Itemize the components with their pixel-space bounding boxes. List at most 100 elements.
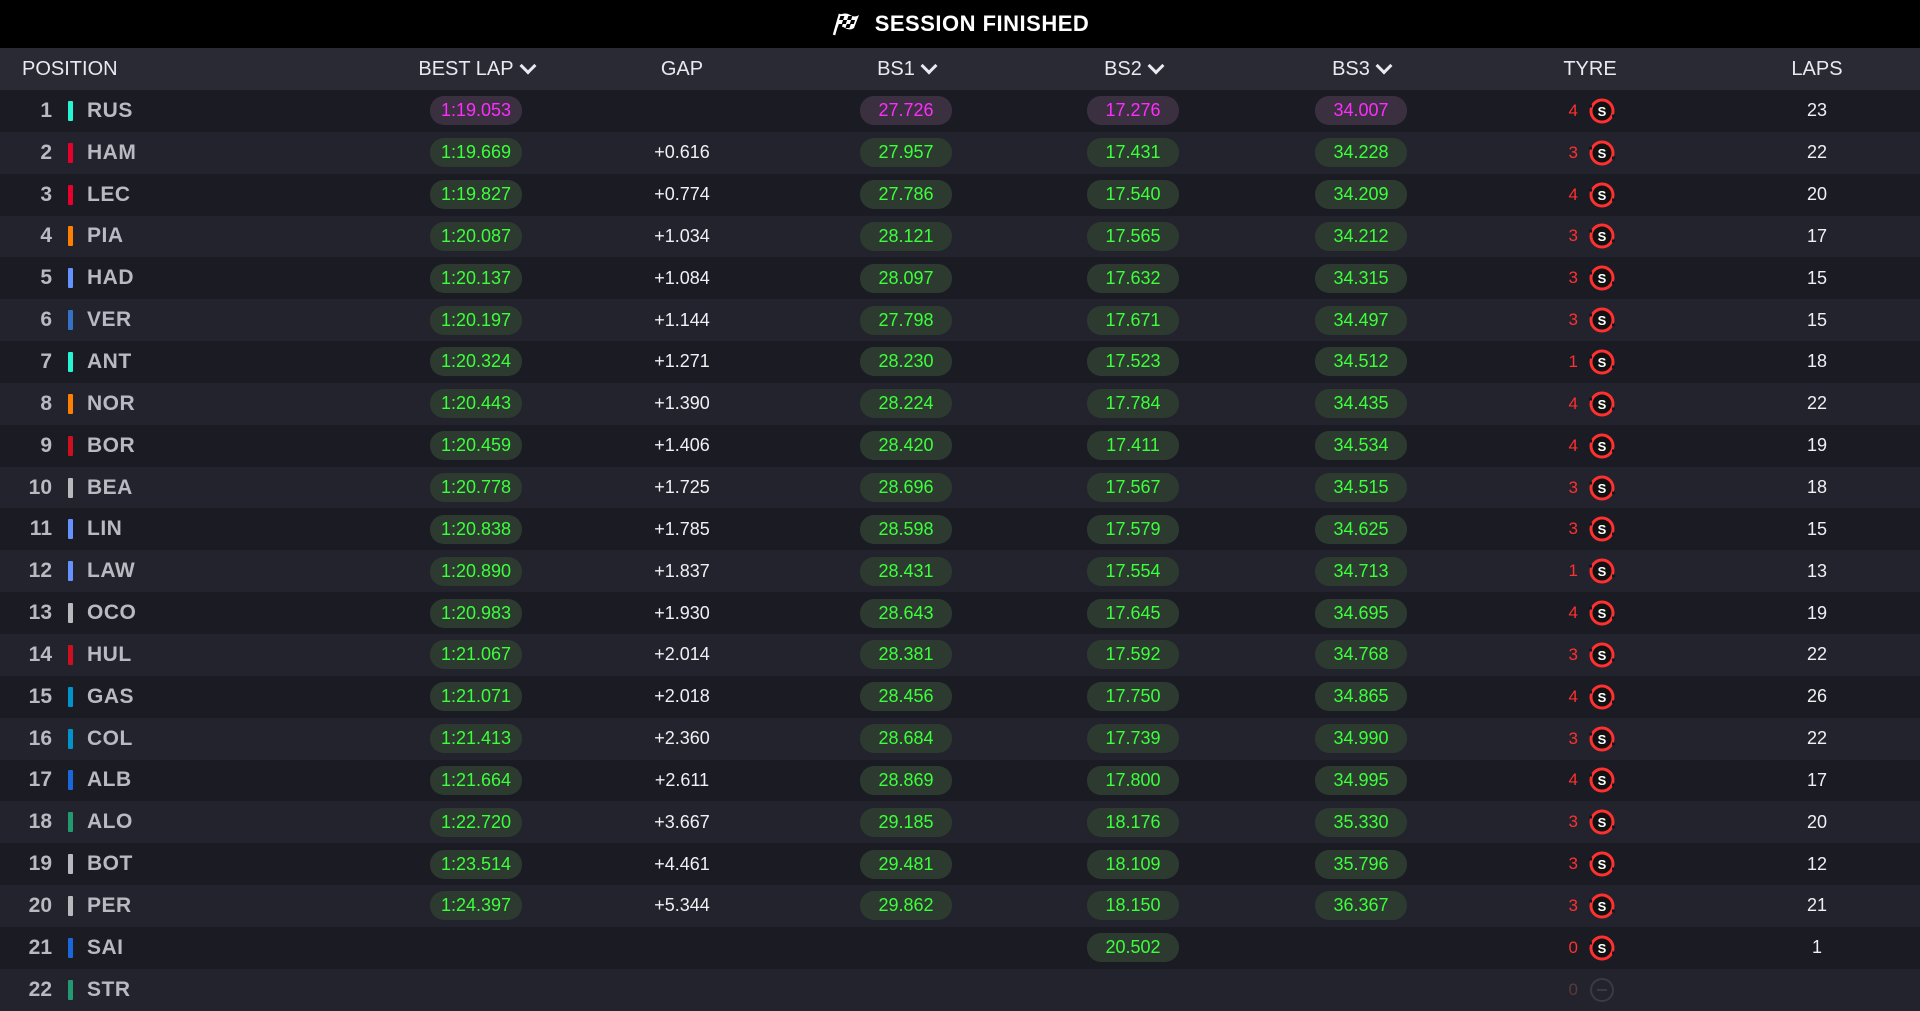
tyre-laps: 0: [1568, 937, 1578, 957]
position-cell: 18 ALO: [0, 810, 390, 834]
driver-code: SAI: [87, 935, 124, 959]
table-row[interactable]: 21 SAI 20.502 0 S 1: [0, 926, 1920, 969]
bs3-time: 35.796: [1315, 849, 1407, 879]
best-lap-time: 1:21.071: [430, 682, 522, 712]
driver-code: OCO: [87, 601, 137, 625]
table-row[interactable]: 19 BOT 1:23.514 +4.461 29.481 18.109 35.…: [0, 843, 1920, 886]
bs2-cell: 17.554: [1010, 556, 1256, 586]
bs2-time: 17.645: [1087, 598, 1179, 628]
position-number: 19: [28, 852, 52, 876]
chevron-down-icon[interactable]: [920, 57, 938, 75]
laps-count: 17: [1806, 769, 1828, 790]
table-row[interactable]: 4 PIA 1:20.087 +1.034 28.121 17.565 34.2…: [0, 215, 1920, 258]
tyre-laps: 4: [1568, 393, 1578, 413]
laps-cell: 18: [1714, 477, 1920, 498]
table-row[interactable]: 1 RUS 1:19.053 27.726 17.276 34.007 4 S …: [0, 90, 1920, 132]
bs2-cell: 17.645: [1010, 598, 1256, 628]
table-row[interactable]: 15 GAS 1:21.071 +2.018 28.456 17.750 34.…: [0, 675, 1920, 718]
position-number: 17: [28, 768, 52, 792]
column-header-bs1[interactable]: BS1: [802, 58, 1010, 81]
gap-cell: +1.390: [562, 393, 802, 414]
bs1-cell: 28.381: [802, 640, 1010, 670]
laps-count: 12: [1806, 853, 1828, 874]
position-number: 13: [28, 601, 52, 625]
bs2-cell: 17.540: [1010, 180, 1256, 210]
table-row[interactable]: 20 PER 1:24.397 +5.344 29.862 18.150 36.…: [0, 885, 1920, 927]
table-row[interactable]: 14 HUL 1:21.067 +2.014 28.381 17.592 34.…: [0, 633, 1920, 676]
best-lap-cell: 1:20.443: [390, 389, 562, 419]
table-row[interactable]: 11 LIN 1:20.838 +1.785 28.598 17.579 34.…: [0, 508, 1920, 551]
table-row[interactable]: 9 BOR 1:20.459 +1.406 28.420 17.411 34.5…: [0, 424, 1920, 467]
best-lap-time: [430, 944, 522, 952]
gap-value: +1.271: [654, 351, 710, 372]
best-lap-cell: 1:20.087: [390, 221, 562, 251]
tyre-compound: S: [1598, 313, 1607, 328]
bs2-time: 17.800: [1087, 765, 1179, 795]
best-lap-cell: 1:21.664: [390, 765, 562, 795]
tyre-compound: S: [1598, 397, 1607, 412]
chevron-down-icon[interactable]: [519, 57, 537, 75]
laps-cell: 22: [1714, 728, 1920, 749]
best-lap-time: 1:20.137: [430, 263, 522, 293]
laps-count: 22: [1806, 644, 1828, 665]
position-number: 22: [28, 977, 52, 1001]
position-cell: 9 BOR: [0, 434, 390, 458]
laps-cell: 20: [1714, 184, 1920, 205]
bs1-cell: 28.643: [802, 598, 1010, 628]
column-header-bs2-label: BS2: [1104, 57, 1142, 80]
laps-cell: 20: [1714, 812, 1920, 833]
table-row[interactable]: 3 LEC 1:19.827 +0.774 27.786 17.540 34.2…: [0, 173, 1920, 216]
table-row[interactable]: 5 HAD 1:20.137 +1.084 28.097 17.632 34.3…: [0, 257, 1920, 300]
bs1-cell: 28.696: [802, 473, 1010, 503]
bs2-cell: 17.800: [1010, 765, 1256, 795]
bs3-time: 34.209: [1315, 180, 1407, 210]
tyre-compound: S: [1598, 522, 1607, 537]
table-row[interactable]: 8 NOR 1:20.443 +1.390 28.224 17.784 34.4…: [0, 382, 1920, 425]
tyre-laps: 3: [1568, 310, 1578, 330]
tyre-cell: 4 S: [1466, 390, 1714, 418]
gap-cell: +1.271: [562, 351, 802, 372]
position-number: 1: [40, 98, 52, 122]
bs2-cell: 20.502: [1010, 933, 1256, 963]
best-lap-cell: 1:23.514: [390, 849, 562, 879]
chevron-down-icon[interactable]: [1375, 57, 1393, 75]
laps-count: 18: [1806, 351, 1828, 372]
laps-cell: 17: [1714, 770, 1920, 791]
table-row[interactable]: 13 OCO 1:20.983 +1.930 28.643 17.645 34.…: [0, 592, 1920, 634]
gap-value: +4.461: [654, 853, 710, 874]
bs1-cell: [802, 986, 1010, 994]
table-row[interactable]: 22 STR 0: [0, 968, 1920, 1011]
table-row[interactable]: 10 BEA 1:20.778 +1.725 28.696 17.567 34.…: [0, 466, 1920, 509]
table-row[interactable]: 7 ANT 1:20.324 +1.271 28.230 17.523 34.5…: [0, 341, 1920, 383]
laps-cell: 1: [1714, 937, 1920, 958]
column-header-best-lap[interactable]: BEST LAP: [390, 58, 562, 81]
timing-table: 1 RUS 1:19.053 27.726 17.276 34.007 4 S …: [0, 90, 1920, 1011]
best-lap-cell: 1:20.459: [390, 431, 562, 461]
team-color-bar: [68, 351, 73, 372]
table-row[interactable]: 12 LAW 1:20.890 +1.837 28.431 17.554 34.…: [0, 550, 1920, 593]
laps-cell: 17: [1714, 226, 1920, 247]
gap-value: +1.930: [654, 602, 710, 623]
best-lap-time: 1:22.720: [430, 807, 522, 837]
bs3-cell: 34.512: [1256, 347, 1466, 377]
bs1-cell: 29.185: [802, 807, 1010, 837]
table-row[interactable]: 16 COL 1:21.413 +2.360 28.684 17.739 34.…: [0, 717, 1920, 760]
bs2-cell: 18.176: [1010, 807, 1256, 837]
table-row[interactable]: 2 HAM 1:19.669 +0.616 27.957 17.431 34.2…: [0, 131, 1920, 174]
column-header-bs3[interactable]: BS3: [1256, 58, 1466, 81]
position-cell: 10 BEA: [0, 476, 390, 500]
soft-tyre-icon: S: [1589, 475, 1615, 501]
table-row[interactable]: 18 ALO 1:22.720 +3.667 29.185 18.176 35.…: [0, 801, 1920, 844]
table-row[interactable]: 6 VER 1:20.197 +1.144 27.798 17.671 34.4…: [0, 299, 1920, 342]
tyre-laps: 4: [1568, 770, 1578, 790]
column-header-bs2[interactable]: BS2: [1010, 58, 1256, 81]
table-row[interactable]: 17 ALB 1:21.664 +2.611 28.869 17.800 34.…: [0, 759, 1920, 802]
tyre-cell: 3 S: [1466, 808, 1714, 836]
position-cell: 11 LIN: [0, 517, 390, 541]
bs2-cell: 18.109: [1010, 849, 1256, 879]
bs2-cell: 17.739: [1010, 724, 1256, 754]
bs3-time: [1315, 944, 1407, 952]
gap-cell: +1.837: [562, 561, 802, 582]
laps-cell: 19: [1714, 435, 1920, 456]
chevron-down-icon[interactable]: [1147, 57, 1165, 75]
